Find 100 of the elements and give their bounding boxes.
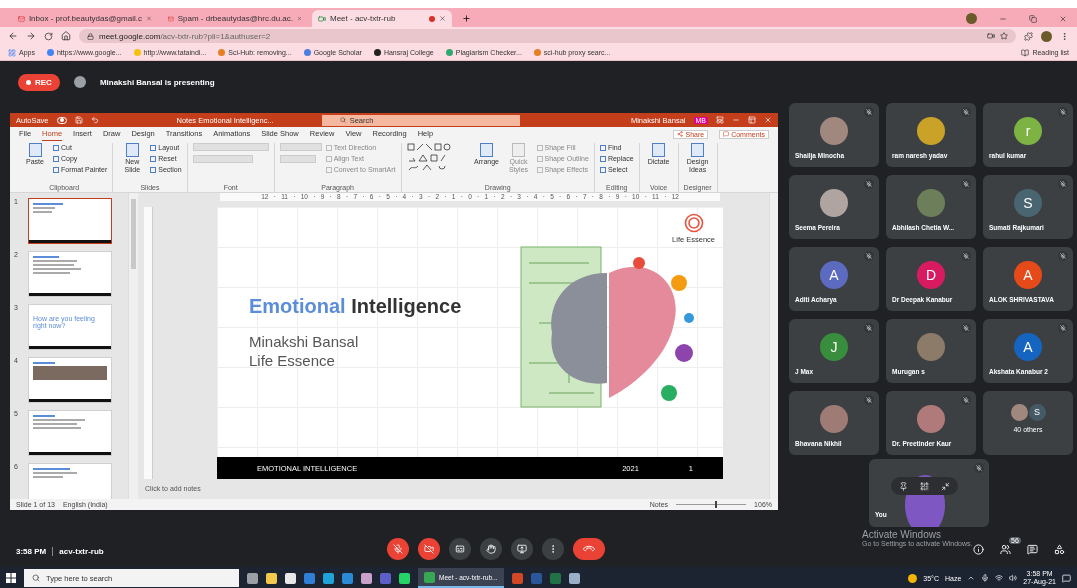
call-control-button[interactable] [479, 538, 502, 560]
restore-icon [1029, 14, 1037, 23]
mic-icon [981, 574, 990, 582]
side-panel-button[interactable] [1054, 543, 1065, 555]
weather-icon [908, 573, 918, 583]
logo-icon [683, 213, 704, 233]
minimize-icon [941, 481, 950, 491]
windows-start-icon[interactable] [6, 573, 16, 583]
restore-icon [748, 116, 756, 124]
call-control-button[interactable] [510, 538, 533, 560]
back-icon [8, 31, 18, 41]
avatar-photo-placeholder [73, 76, 86, 88]
lock-icon [87, 32, 94, 40]
command-icon [652, 143, 666, 157]
app-icon[interactable] [361, 572, 372, 584]
avatar: D [917, 261, 945, 289]
slider-thumb[interactable] [714, 501, 717, 508]
side-panel-button[interactable] [1027, 543, 1038, 555]
command-icon [480, 143, 493, 157]
presenter-label: Minakshi Bansal is presenting [99, 77, 215, 87]
comment-icon [723, 131, 730, 137]
menu-icon [1060, 31, 1069, 41]
avatar: A [1014, 333, 1042, 361]
slide-thumbnail[interactable] [28, 198, 112, 244]
info-icon [973, 543, 984, 555]
command-icon [691, 143, 705, 157]
apps-icon [8, 48, 16, 57]
app-icon[interactable] [266, 572, 277, 584]
browser-tab[interactable]: Meet - acv-txtr-rub [312, 10, 452, 27]
call-control-button[interactable] [386, 538, 409, 560]
app-icon[interactable] [247, 572, 258, 584]
profile-icon[interactable] [966, 13, 977, 24]
browser-tab[interactable]: Spam - drbeautydas@hrc.du.ac. [162, 10, 308, 27]
side-panel-button[interactable] [1000, 543, 1011, 555]
close-icon [1059, 14, 1067, 23]
star-icon [1000, 32, 1008, 40]
browser-tab[interactable]: Inbox - prof.beautydas@gmail.c [12, 10, 158, 27]
ribbon-display-icon [716, 116, 724, 124]
slide-subtitle: Life Essence [249, 350, 336, 370]
camera-off-icon [423, 544, 434, 554]
mail-icon [18, 14, 25, 23]
avatar: S [1028, 403, 1046, 421]
forward-icon [26, 31, 36, 41]
avatar: S [1014, 189, 1042, 217]
avatar: J [820, 333, 848, 361]
app-icon[interactable] [399, 572, 410, 584]
call-control-button[interactable] [448, 538, 471, 560]
reading-list-icon [1021, 48, 1030, 57]
home-icon [61, 31, 71, 41]
undo-icon [90, 116, 99, 124]
avatar: A [820, 261, 848, 289]
recording-badge: REC [18, 73, 60, 91]
chevron-up-icon [967, 574, 976, 582]
scrollbar[interactable] [769, 193, 778, 499]
captions-icon [454, 544, 465, 554]
command-icon [28, 143, 42, 157]
search-icon [32, 574, 40, 582]
app-icon[interactable] [285, 572, 296, 584]
mic-off-icon [392, 544, 403, 554]
mail-icon [168, 14, 174, 23]
notifications-icon [1062, 573, 1071, 583]
people-icon [1000, 543, 1011, 555]
close-icon [297, 15, 302, 22]
present-icon [516, 544, 527, 554]
share-icon [677, 131, 684, 137]
volume-icon [1009, 574, 1018, 582]
chat-icon [1027, 543, 1038, 555]
minimize-icon [732, 116, 740, 124]
app-icon[interactable] [568, 572, 580, 584]
reload-icon [44, 31, 53, 41]
avatar: A [1014, 261, 1042, 289]
address-bar[interactable]: meet.google.com/acv-txtr-rub?pli=1&authuser=2 [79, 29, 1016, 43]
save-icon [74, 116, 83, 124]
close-icon [145, 15, 152, 22]
app-icon[interactable] [323, 572, 334, 584]
avatar: r [1014, 117, 1042, 145]
shapes-icon [1054, 543, 1065, 555]
camera-icon [987, 32, 995, 40]
side-panel-button[interactable] [973, 543, 984, 555]
recording-dot [429, 15, 435, 22]
activation-title: Activate Windows [862, 529, 942, 540]
call-control-button[interactable] [417, 538, 440, 560]
extensions-icon [1024, 31, 1033, 41]
wifi-icon [995, 574, 1004, 582]
close-icon [764, 116, 772, 124]
meet-icon [318, 14, 326, 23]
new-tab-icon [462, 14, 471, 23]
meeting-time: 3:58 PM [16, 547, 47, 556]
search-icon [339, 117, 346, 123]
hand-icon [485, 544, 496, 554]
meeting-code: acv-txtr-rub [52, 547, 104, 556]
slide-subtitle: Minakshi Bansal [249, 331, 360, 351]
scrollbar[interactable] [128, 193, 138, 499]
call-control-button[interactable] [572, 538, 605, 560]
close-icon [439, 15, 446, 22]
profile-icon[interactable] [1041, 30, 1052, 42]
avatar-photo-placeholder [1010, 403, 1028, 421]
pin-icon [899, 481, 908, 491]
slide-title: Emotional Intelligence [249, 294, 463, 318]
grid-icon [920, 481, 929, 491]
